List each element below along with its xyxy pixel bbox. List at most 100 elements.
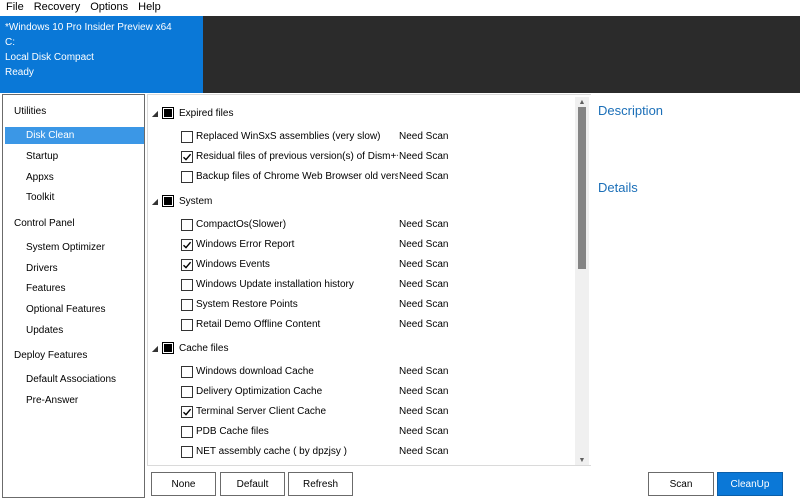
list-item[interactable]: Windows Events Need Scan [181,257,581,273]
collapse-arrow-icon[interactable]: ◢ [149,344,161,353]
list-item[interactable]: Terminal Server Client Cache Need Scan [181,404,581,420]
description-heading: Description [598,103,664,118]
item-label: NET assembly cache ( by dpzjsy ) [196,446,347,457]
sidebar-item-disk-clean[interactable]: Disk Clean [5,127,144,144]
group-checkbox[interactable] [162,107,174,119]
default-button[interactable]: Default [220,472,285,496]
item-checkbox[interactable] [181,366,193,378]
list-item[interactable]: Backup files of Chrome Web Browser old v… [181,169,581,185]
list-item[interactable]: Replaced WinSxS assemblies (very slow) N… [181,129,581,145]
sidebar-item-pre-answer[interactable]: Pre-Answer [5,392,144,409]
sidebar-item-default-associations[interactable]: Default Associations [5,371,144,388]
menu-options[interactable]: Options [85,0,133,15]
item-status: Need Scan [399,386,449,397]
sidebar-item-toolkit[interactable]: Toolkit [5,189,144,206]
menu-bar: File Recovery Options Help [0,0,800,15]
session-info-panel[interactable]: *Windows 10 Pro Insider Preview x64 C: L… [0,16,203,93]
sidebar-item-updates[interactable]: Updates [5,322,144,339]
item-label: Delivery Optimization Cache [196,386,323,397]
item-checkbox[interactable] [181,219,193,231]
item-checkbox[interactable] [181,426,193,438]
list-item[interactable]: Windows Error Report Need Scan [181,237,581,253]
partial-check-indicator [164,197,172,205]
disk-name: Local Disk Compact [5,52,94,63]
item-label: Residual files of previous version(s) of… [196,151,398,162]
item-checkbox[interactable] [181,171,193,183]
collapse-arrow-icon[interactable]: ◢ [149,197,161,206]
item-status: Need Scan [399,446,449,457]
item-status: Need Scan [399,426,449,437]
info-panel: Description Details [591,94,800,498]
list-item[interactable]: Delivery Optimization Cache Need Scan [181,384,581,400]
list-item[interactable]: NET assembly cache ( by dpzjsy ) Need Sc… [181,444,581,460]
drive-letter: C: [5,37,15,48]
refresh-button[interactable]: Refresh [288,472,353,496]
item-checkbox[interactable] [181,259,193,271]
group-label: Cache files [179,342,229,354]
list-item[interactable]: Windows Update installation history Need… [181,277,581,293]
partial-check-indicator [164,344,172,352]
list-item[interactable]: Retail Demo Offline Content Need Scan [181,317,581,333]
item-label: PDB Cache files [196,426,269,437]
list-scrollbar[interactable]: ▲ ▼ [575,97,589,465]
menu-help[interactable]: Help [133,0,166,15]
group-checkbox[interactable] [162,342,174,354]
list-item[interactable]: Residual files of previous version(s) of… [181,149,581,165]
scroll-down-icon[interactable]: ▼ [575,455,589,465]
cleanup-item-list: ◢ Expired files Replaced WinSxS assembli… [147,94,591,466]
cleanup-button[interactable]: CleanUp [717,472,783,496]
none-button[interactable]: None [151,472,216,496]
item-label: Windows download Cache [196,366,314,377]
checkmark-icon [183,261,192,269]
sidebar-group-deploy-features[interactable]: Deploy Features [14,349,87,363]
group-expired-files[interactable]: ◢ Expired files [148,105,233,121]
scroll-up-icon[interactable]: ▲ [575,97,589,107]
checkmark-icon [183,408,192,416]
session-status: Ready [5,67,34,78]
list-item[interactable]: PDB Cache files Need Scan [181,424,581,440]
checkmark-icon [183,241,192,249]
item-checkbox[interactable] [181,279,193,291]
sidebar-item-system-optimizer[interactable]: System Optimizer [5,239,144,256]
item-label: CompactOs(Slower) [196,219,287,230]
item-label: Replaced WinSxS assemblies (very slow) [196,131,381,142]
item-label: Windows Update installation history [196,279,354,290]
list-item[interactable]: System Restore Points Need Scan [181,297,581,313]
item-checkbox[interactable] [181,239,193,251]
item-status: Need Scan [399,131,449,142]
item-checkbox[interactable] [181,299,193,311]
collapse-arrow-icon[interactable]: ◢ [149,109,161,118]
sidebar-item-appxs[interactable]: Appxs [5,169,144,186]
item-label: Windows Events [196,259,270,270]
item-checkbox[interactable] [181,386,193,398]
os-name: *Windows 10 Pro Insider Preview x64 [5,22,172,33]
menu-file[interactable]: File [0,0,29,15]
sidebar-group-control-panel[interactable]: Control Panel [14,217,75,231]
sidebar-item-optional-features[interactable]: Optional Features [5,301,144,318]
item-status: Need Scan [399,366,449,377]
group-checkbox[interactable] [162,195,174,207]
list-item[interactable]: Windows download Cache Need Scan [181,364,581,380]
item-status: Need Scan [399,299,449,310]
sidebar-item-startup[interactable]: Startup [5,148,144,165]
menu-recovery[interactable]: Recovery [29,0,85,15]
scan-button[interactable]: Scan [648,472,714,496]
item-label: Windows Error Report [196,239,295,250]
scrollbar-thumb[interactable] [578,107,586,269]
sidebar-group-utilities[interactable]: Utilities [14,105,46,119]
item-checkbox[interactable] [181,319,193,331]
item-status: Need Scan [399,279,449,290]
group-cache-files[interactable]: ◢ Cache files [148,340,228,356]
item-checkbox[interactable] [181,446,193,458]
item-status: Need Scan [399,219,449,230]
item-label: Backup files of Chrome Web Browser old v… [196,171,398,182]
sidebar-item-drivers[interactable]: Drivers [5,260,144,277]
sidebar-item-features[interactable]: Features [5,280,144,297]
list-item[interactable]: CompactOs(Slower) Need Scan [181,217,581,233]
item-checkbox[interactable] [181,131,193,143]
item-label: Retail Demo Offline Content [196,319,321,330]
details-heading: Details [598,180,638,195]
item-checkbox[interactable] [181,151,193,163]
group-system[interactable]: ◢ System [148,193,212,209]
item-checkbox[interactable] [181,406,193,418]
